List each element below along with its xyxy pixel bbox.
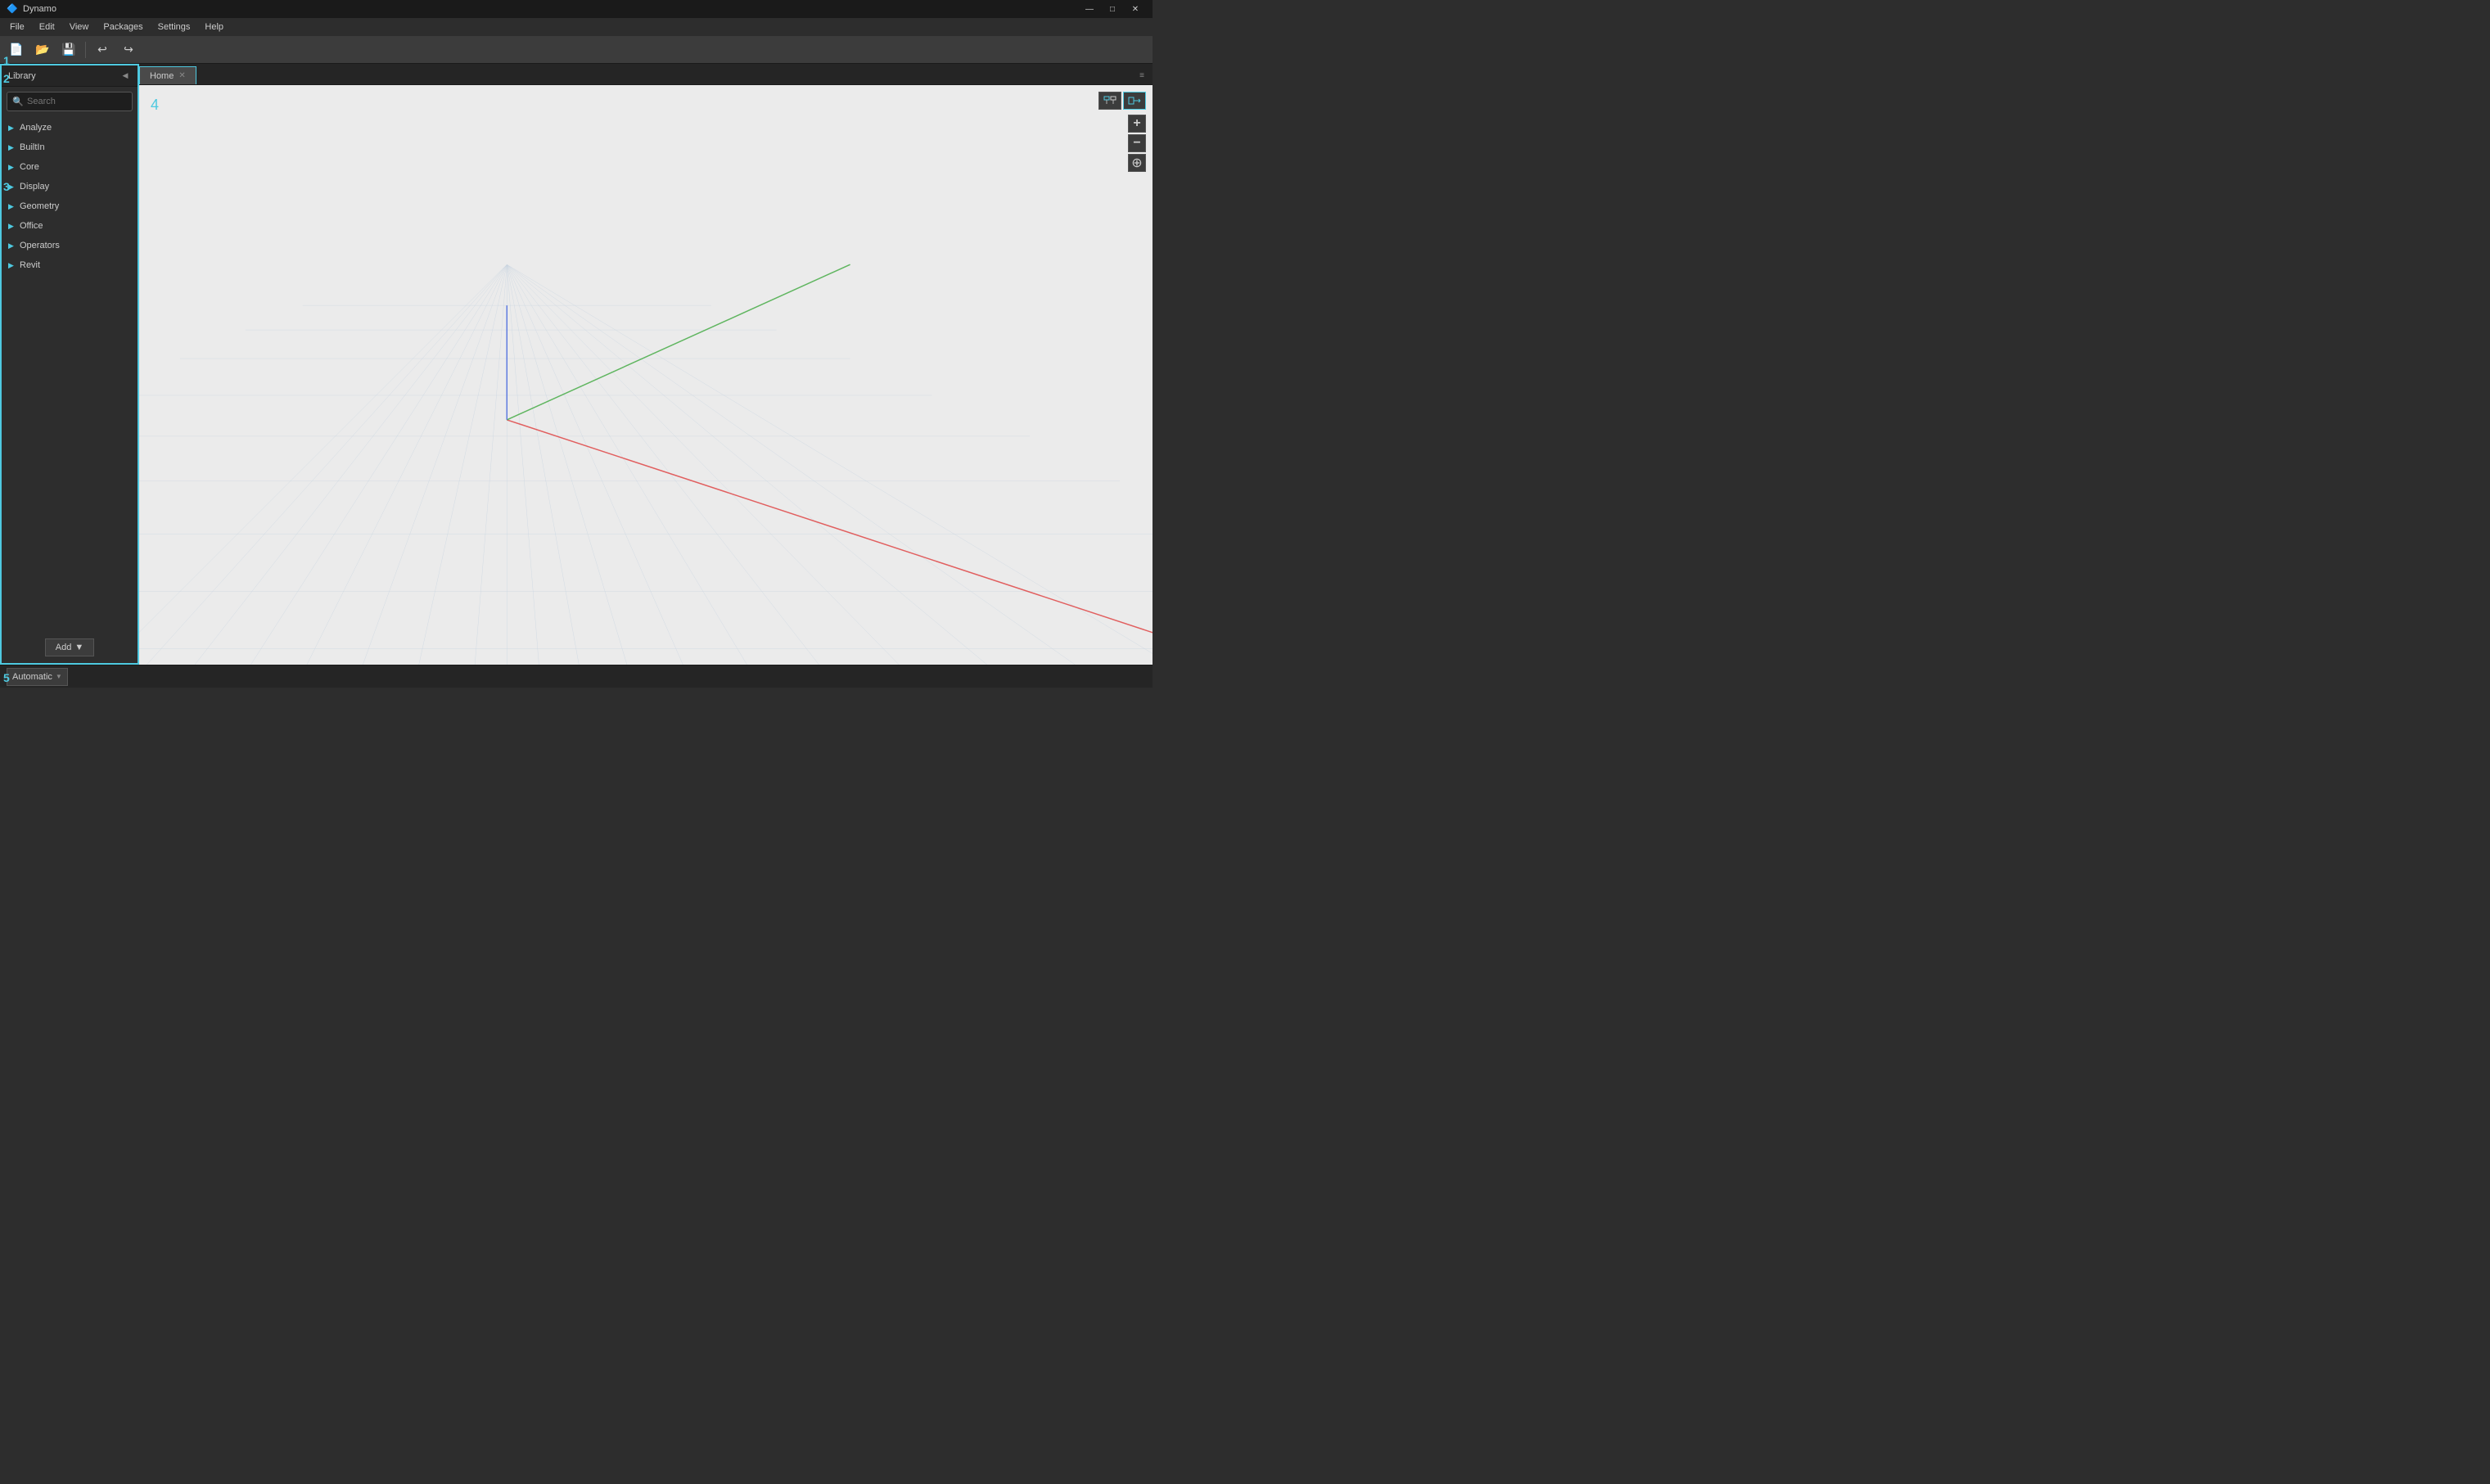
tab-menu-button[interactable]: ≡ <box>1134 68 1149 83</box>
arrow-builtin: ▶ <box>8 143 16 152</box>
arrow-office: ▶ <box>8 222 16 231</box>
arrow-operators: ▶ <box>8 241 16 250</box>
execution-dropdown[interactable]: Automatic ▼ <box>7 668 68 686</box>
sidebar-title: Library <box>8 71 36 81</box>
label-revit: Revit <box>20 260 40 270</box>
arrow-analyze: ▶ <box>8 124 16 133</box>
save-file-button[interactable]: 💾 <box>57 39 80 61</box>
content-area: Home ✕ ≡ .grid-line { stroke: #c8d4e0; s… <box>139 64 1153 665</box>
fit-view-button[interactable]: ⊕ <box>1128 154 1146 172</box>
label-operators: Operators <box>20 241 60 250</box>
menu-help[interactable]: Help <box>198 19 230 35</box>
label-display: Display <box>20 182 49 192</box>
library-item-display[interactable]: ▶ Display <box>2 177 138 196</box>
label-builtin: BuiltIn <box>20 142 45 152</box>
close-button[interactable]: ✕ <box>1125 2 1146 16</box>
menu-view[interactable]: View <box>63 19 96 35</box>
menu-edit[interactable]: Edit <box>33 19 61 35</box>
sidebar-pin-button[interactable]: ◀ <box>120 70 131 82</box>
tab-bar: Home ✕ ≡ <box>139 64 1153 85</box>
tab-close-home[interactable]: ✕ <box>178 71 185 80</box>
library-item-operators[interactable]: ▶ Operators <box>2 236 138 255</box>
add-dropdown-arrow: ▼ <box>74 643 83 652</box>
viewport-controls: + − ⊕ <box>1098 92 1146 172</box>
undo-button[interactable]: ↩ <box>91 39 114 61</box>
frame-marker-1: 1 <box>3 54 10 67</box>
status-bar: Automatic ▼ <box>0 665 1153 688</box>
app-window: 🔷 Dynamo — □ ✕ File Edit View Packages S… <box>0 0 1153 688</box>
minimize-button[interactable]: — <box>1079 2 1100 16</box>
library-item-revit[interactable]: ▶ Revit <box>2 255 138 275</box>
sidebar-controls: ◀ <box>120 70 131 82</box>
grid-svg: .grid-line { stroke: #c8d4e0; stroke-wid… <box>139 85 1153 665</box>
library-item-builtin[interactable]: ▶ BuiltIn <box>2 138 138 157</box>
library-item-office[interactable]: ▶ Office <box>2 216 138 236</box>
toolbar-separator <box>85 42 86 58</box>
library-item-core[interactable]: ▶ Core <box>2 157 138 177</box>
title-bar: 🔷 Dynamo — □ ✕ <box>0 0 1153 18</box>
library-item-analyze[interactable]: ▶ Analyze <box>2 118 138 138</box>
zoom-in-button[interactable]: + <box>1128 115 1146 133</box>
arrow-core: ▶ <box>8 163 16 172</box>
middle-section: 1 2 3 5 Library ◀ 🔍 ▶ <box>0 64 1153 665</box>
search-container: 🔍 <box>2 87 138 116</box>
title-bar-controls: — □ ✕ <box>1079 2 1146 16</box>
arrow-revit: ▶ <box>8 261 16 270</box>
dropdown-arrow-icon: ▼ <box>56 673 62 680</box>
label-geometry: Geometry <box>20 201 59 211</box>
library-item-geometry[interactable]: ▶ Geometry <box>2 196 138 216</box>
frame-marker-5: 5 <box>3 671 10 684</box>
label-analyze: Analyze <box>20 123 52 133</box>
maximize-button[interactable]: □ <box>1102 2 1123 16</box>
label-core: Core <box>20 162 39 172</box>
app-icon: 🔷 <box>7 3 18 15</box>
menu-bar: File Edit View Packages Settings Help <box>0 18 1153 36</box>
ortho-view-button[interactable] <box>1123 92 1146 110</box>
library-items: ▶ Analyze ▶ BuiltIn ▶ Core ▶ Display ▶ <box>2 116 138 632</box>
sidebar-header: Library ◀ <box>2 65 138 87</box>
redo-button[interactable]: ↪ <box>117 39 140 61</box>
open-file-button[interactable]: 📂 <box>31 39 54 61</box>
execution-label: Automatic <box>12 672 52 682</box>
frame-marker-2: 2 <box>3 72 10 85</box>
menu-packages[interactable]: Packages <box>97 19 149 35</box>
app-title: Dynamo <box>23 4 56 14</box>
add-button[interactable]: Add ▼ <box>45 638 94 656</box>
zoom-out-button[interactable]: − <box>1128 134 1146 152</box>
frame-marker-3: 3 <box>3 180 10 193</box>
label-office: Office <box>20 221 43 231</box>
viewport[interactable]: .grid-line { stroke: #c8d4e0; stroke-wid… <box>139 85 1153 665</box>
tab-bar-actions: ≡ <box>1134 68 1153 84</box>
viewport-label: 4 <box>151 97 159 114</box>
search-wrapper: 🔍 <box>7 92 133 111</box>
title-bar-left: 🔷 Dynamo <box>7 3 56 15</box>
arrow-geometry: ▶ <box>8 202 16 211</box>
toolbar: 📄 📂 💾 ↩ ↪ <box>0 36 1153 64</box>
vp-top-row <box>1098 92 1146 110</box>
tab-home-label: Home <box>150 71 174 81</box>
sidebar: Library ◀ 🔍 ▶ Analyze ▶ <box>0 64 139 665</box>
perspective-view-button[interactable] <box>1098 92 1121 110</box>
add-btn-container: Add ▼ <box>2 632 138 663</box>
search-input[interactable] <box>7 92 133 111</box>
menu-file[interactable]: File <box>3 19 31 35</box>
menu-settings[interactable]: Settings <box>151 19 197 35</box>
tab-home[interactable]: Home ✕ <box>139 66 196 84</box>
